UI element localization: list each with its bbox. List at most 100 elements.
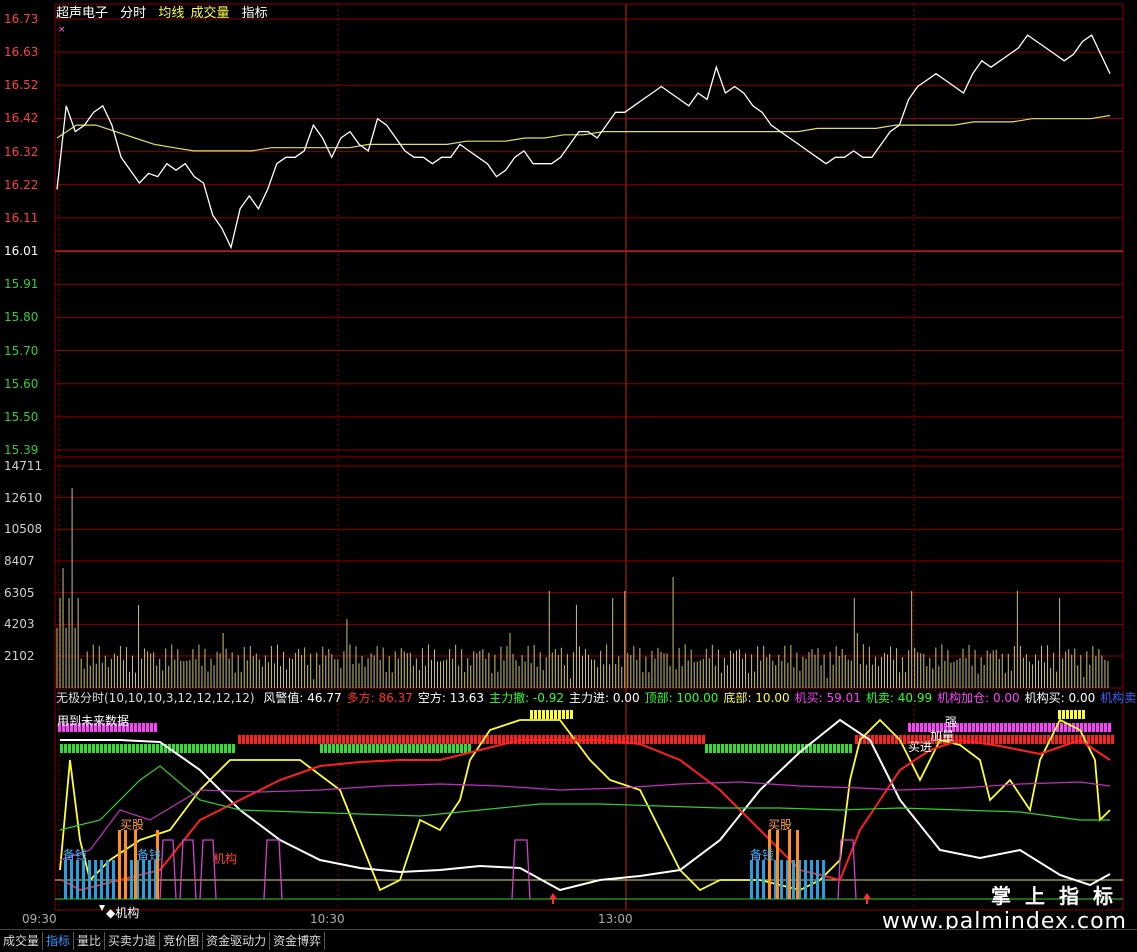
band-red [1043,735,1046,744]
band-green [837,744,840,753]
band-green [364,744,367,753]
band-red [694,735,697,744]
band-green [220,744,223,753]
band-red [374,735,377,744]
band-green [789,744,792,753]
band-magenta [1004,723,1007,732]
signal-columns [64,830,825,899]
band-red [250,735,253,744]
band-red [426,735,429,744]
band-red [498,735,501,744]
band-red [386,735,389,744]
band-red [610,735,613,744]
bottom-tab-bar: 成交量 指标 量比 买卖力道 竞价图 资金驱动力 资金博弈 [0,929,1137,950]
tab-indicator[interactable]: 指标 [242,6,268,21]
band-yellow [1066,710,1069,719]
band-red [450,735,453,744]
band-red [674,735,677,744]
band-red [658,735,661,744]
band-red [686,735,689,744]
indicator-readout: 无极分时(10,10,10,3,12,12,12,12) 风警值: 46.77 多… [56,689,1137,706]
band-green [432,744,435,753]
tab-2[interactable]: 量比 [74,932,106,950]
band-yellow [1074,710,1077,719]
band-red [698,735,701,744]
band-magenta [1100,723,1103,732]
band-yellow [1078,710,1081,719]
band-red [650,735,653,744]
band-green [136,744,139,753]
band-green [112,744,115,753]
pulse-outline [199,839,217,900]
tab-4[interactable]: 竞价图 [160,932,204,950]
band-magenta [1036,723,1039,732]
band-red [322,735,325,744]
band-green [84,744,87,753]
band-magenta [1032,723,1035,732]
band-red [314,735,317,744]
band-green [332,744,335,753]
band-yellow [562,710,565,719]
band-red [494,735,497,744]
band-red [270,735,273,744]
intraday-chart[interactable]: × 超声电子 分时 均线 成交量 指标 16.73 16.63 16.52 16.42… [0,0,1137,950]
band-green [741,744,744,753]
prepare-label: 备钱 [63,848,88,862]
band-magenta [1084,723,1087,732]
band-green [144,744,147,753]
band-red [490,735,493,744]
price-tick-label: 16.22 [4,177,39,192]
band-magenta [1012,723,1015,732]
band-red [879,735,882,744]
tab-1[interactable]: 指标 [43,932,75,950]
chart-frame [54,3,1124,689]
volume-tick-label: 12610 [4,490,43,505]
band-red [278,735,281,744]
stock-name: 超声电子 [56,6,109,21]
band-green [96,744,99,753]
blue-column [750,860,753,899]
band-green [92,744,95,753]
price-tick-label: 15.80 [4,310,39,325]
band-red [967,735,970,744]
tab-5[interactable]: 资金驱动力 [203,932,271,950]
band-magenta [992,723,995,732]
blue-column [130,860,133,899]
band-red [678,735,681,744]
band-red [1031,735,1034,744]
band-red [326,735,329,744]
band-red [1003,735,1006,744]
tab-0[interactable]: 成交量 [0,932,44,950]
volume-tick-label: 14711 [4,459,43,473]
orange-column [134,830,137,899]
tab-minute[interactable]: 分时 [120,6,146,21]
band-green [713,744,716,753]
price-line [56,34,1111,250]
band-red [262,735,265,744]
band-green [344,744,347,753]
band-green [460,744,463,753]
band-green [729,744,732,753]
price-tick-label: 16.63 [4,45,39,60]
band-red [398,735,401,744]
band-red [354,735,357,744]
blue-column [756,860,759,899]
band-green [448,744,451,753]
band-magenta [972,723,975,732]
chart-canvas[interactable]: × [0,0,1137,948]
price-tick-label: 15.91 [4,277,39,292]
price-tick-label: 16.42 [4,111,39,126]
band-green [60,744,63,753]
band-red [855,735,858,744]
band-green [841,744,844,753]
band-green [192,744,195,753]
band-green [765,744,768,753]
tab-6[interactable]: 资金博弈 [270,932,326,950]
tab-3[interactable]: 买卖力道 [105,932,161,950]
band-red [1091,735,1094,744]
band-yellow [546,710,549,719]
band-green [845,744,848,753]
band-red [514,735,517,744]
band-green [88,744,91,753]
indicator-item-9: 机构加仓: 0.00 [937,691,1020,705]
